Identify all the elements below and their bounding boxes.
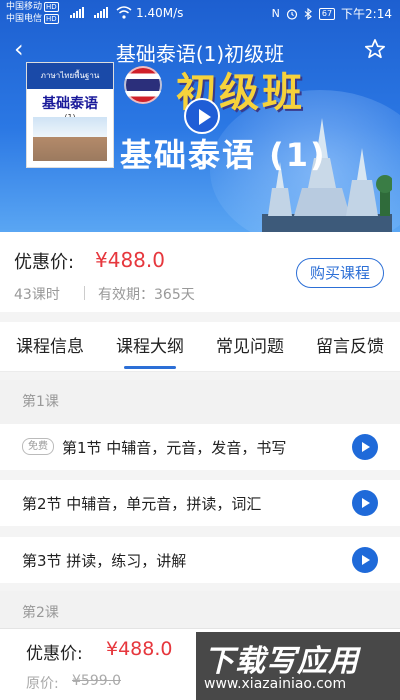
validity-period: 有效期：365天	[98, 287, 195, 303]
original-price-value: ¥599.0	[72, 673, 121, 689]
status-right: N 67 下午2:14	[272, 5, 392, 22]
lesson-title: 第2节 中辅音，单元音，拼读，词汇	[22, 495, 262, 513]
wifi-icon	[116, 6, 132, 19]
lesson-group-header: 第1课	[0, 380, 400, 424]
carrier-1: 中国移动 HD	[6, 2, 59, 12]
carrier-2: 中国电信 HD	[6, 14, 59, 24]
textbook-cover-photo	[33, 117, 107, 161]
lesson-title: 第3节 拼读，练习，讲解	[22, 552, 187, 570]
play-icon[interactable]	[352, 434, 378, 460]
tab-course-info[interactable]: 课程信息	[0, 322, 100, 371]
banner-subline: 基础泰语 (1)	[120, 136, 327, 174]
tab-bar: 课程信息 课程大纲 常见问题 留言反馈	[0, 322, 400, 372]
network-speed: 1.40M/s	[136, 6, 184, 20]
star-outline-icon[interactable]	[364, 38, 386, 64]
thailand-flag-icon	[124, 66, 162, 104]
free-badge: 免费	[22, 438, 54, 455]
divider	[84, 286, 85, 300]
course-banner: ภาษาไทยพื้นฐาน 基础泰语 (1) 初级班 基础泰语 (1) ‹ 基…	[0, 0, 400, 232]
price-label: 优惠价:	[14, 252, 75, 273]
status-bar: 中国移动 HD 中国电信 HD 1.40M/s N 67 下午2:14	[0, 0, 400, 28]
buy-course-button[interactable]: 购买课程	[296, 258, 384, 288]
textbook-cover: ภาษาไทยพื้นฐาน 基础泰语 (1)	[26, 62, 114, 168]
watermark-url: www.xiazainiao.com	[204, 676, 347, 692]
price-card: 优惠价: ¥488.0 43课时 有效期：365天 购买课程	[0, 232, 400, 312]
bottom-price-label: 优惠价:	[26, 644, 83, 664]
list-item[interactable]: 免费 第1节 中辅音，元音，发音，书写	[0, 424, 400, 470]
tab-syllabus[interactable]: 课程大纲	[100, 322, 200, 371]
signal-icon	[70, 7, 84, 18]
list-item[interactable]: 第3节 拼读，练习，讲解	[0, 537, 400, 583]
play-icon[interactable]	[352, 490, 378, 516]
original-price-label: 原价:	[26, 676, 59, 692]
list-item[interactable]: 第2节 中辅音，单元音，拼读，词汇	[0, 480, 400, 526]
tab-feedback[interactable]: 留言反馈	[300, 322, 400, 371]
clock: 下午2:14	[341, 7, 392, 21]
nfc-icon: N	[271, 7, 280, 20]
price-value: ¥488.0	[95, 248, 165, 272]
bluetooth-icon	[304, 7, 312, 20]
signal-icon	[94, 7, 108, 18]
alarm-icon	[286, 8, 297, 20]
site-watermark: 下载写应用 www.xiazainiao.com	[196, 632, 400, 700]
textbook-title: 基础泰语	[42, 96, 98, 112]
battery-indicator: 67	[318, 7, 336, 20]
tab-faq[interactable]: 常见问题	[200, 322, 300, 371]
lesson-title: 第1节 中辅音，元音，发音，书写	[62, 439, 287, 457]
page-title: 基础泰语(1)初级班	[115, 42, 285, 66]
video-play-button[interactable]	[184, 98, 220, 134]
lesson-count: 43课时	[14, 287, 60, 303]
play-icon[interactable]	[352, 547, 378, 573]
watermark-text: 下载写应用	[204, 644, 359, 679]
bottom-price-value: ¥488.0	[106, 638, 173, 660]
